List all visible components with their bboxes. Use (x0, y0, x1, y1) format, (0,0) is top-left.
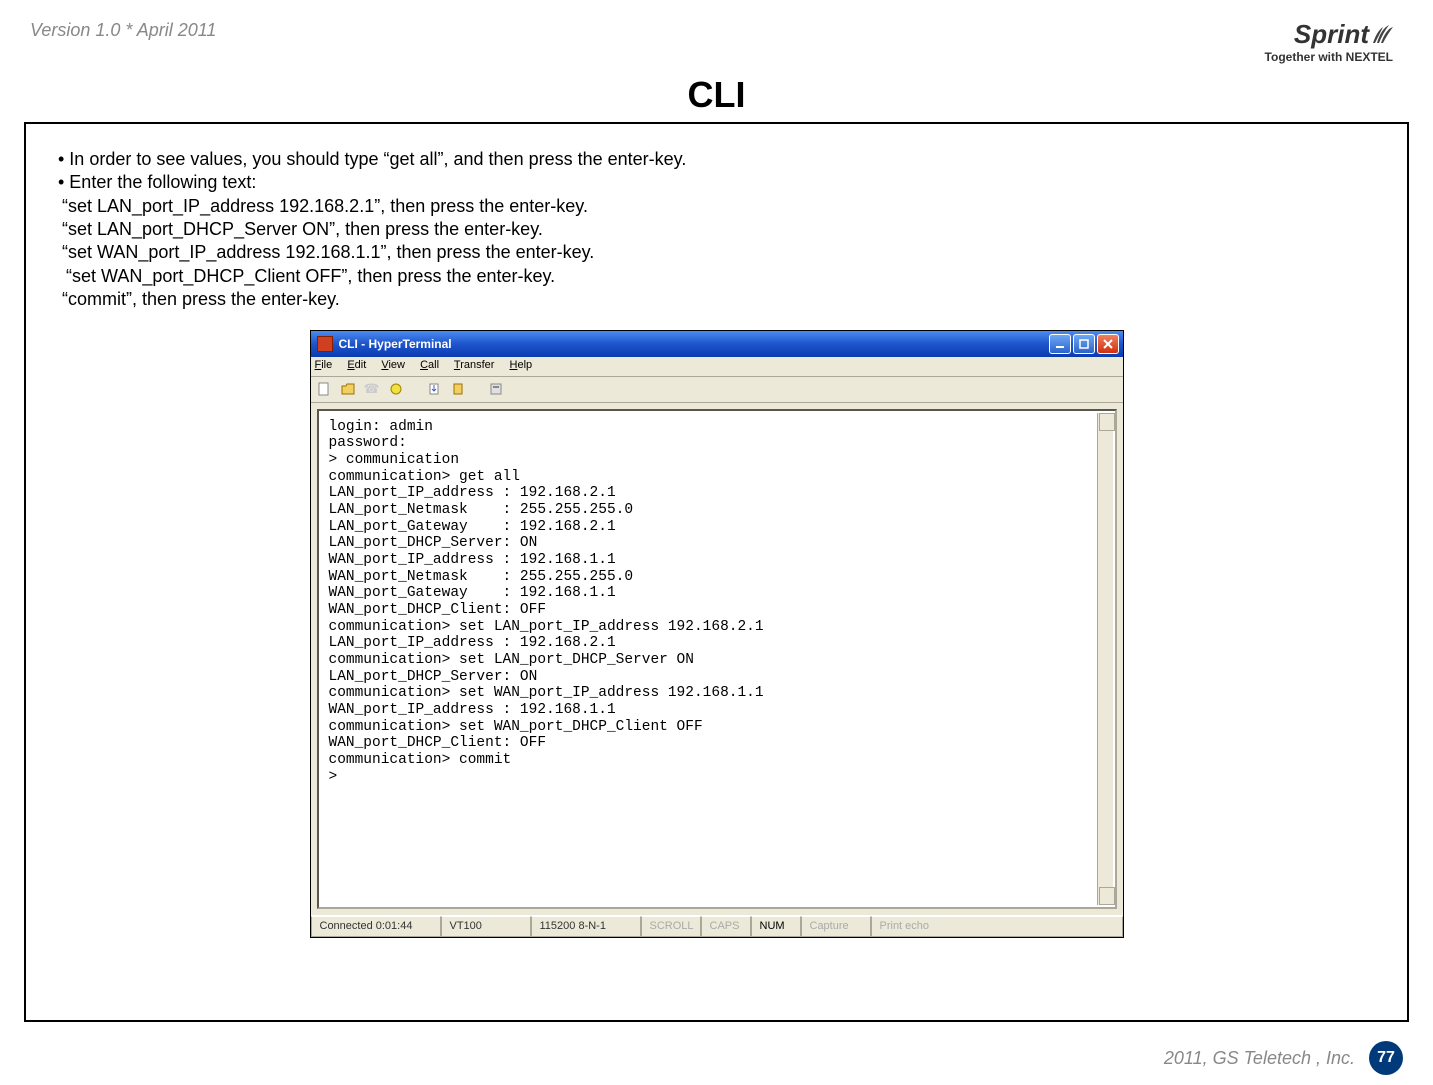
menu-call[interactable]: Call (420, 359, 439, 371)
slide-body: • In order to see values, you should typ… (24, 122, 1409, 1022)
terminal-output[interactable]: login: admin password: > communication c… (317, 409, 1117, 909)
app-icon (317, 336, 333, 352)
receive-icon[interactable] (449, 380, 467, 398)
version-text: Version 1.0 * April 2011 (30, 20, 216, 41)
toolbar: ☎ (311, 377, 1123, 403)
hyperterminal-window: CLI - HyperTerminal File Edit View Call … (310, 330, 1124, 938)
status-connected: Connected 0:01:44 (311, 916, 441, 937)
menu-help[interactable]: Help (510, 359, 533, 371)
brand-block: Sprint Together with NEXTEL (1265, 20, 1393, 64)
status-printecho: Print echo (871, 916, 1123, 937)
instruction-bullet-2: • Enter the following text: (58, 171, 1375, 194)
menu-edit[interactable]: Edit (347, 359, 366, 371)
window-title: CLI - HyperTerminal (339, 337, 1049, 351)
menu-transfer[interactable]: Transfer (454, 359, 495, 371)
brand-tagline: Together with NEXTEL (1265, 51, 1393, 64)
instruction-bullet-1: • In order to see values, you should typ… (58, 148, 1375, 171)
page-footer: 2011, GS Teletech , Inc. 77 (1164, 1041, 1403, 1075)
menu-file[interactable]: File (315, 359, 333, 371)
instruction-cmd-2: “set LAN_port_DHCP_Server ON”, then pres… (58, 218, 1375, 241)
phone-icon[interactable]: ☎ (363, 380, 381, 398)
instruction-cmd-3: “set WAN_port_IP_address 192.168.1.1”, t… (58, 241, 1375, 264)
instruction-cmd-1: “set LAN_port_IP_address 192.168.2.1”, t… (58, 195, 1375, 218)
maximize-button[interactable] (1073, 334, 1095, 354)
window-titlebar[interactable]: CLI - HyperTerminal (311, 331, 1123, 357)
instruction-cmd-5: “commit”, then press the enter-key. (58, 288, 1375, 311)
status-caps: CAPS (701, 916, 751, 937)
page-number-badge: 77 (1369, 1041, 1403, 1075)
page-header: Version 1.0 * April 2011 Sprint Together… (0, 0, 1433, 70)
properties-icon[interactable] (487, 380, 505, 398)
minimize-button[interactable] (1049, 334, 1071, 354)
hangup-icon[interactable] (387, 380, 405, 398)
status-emulation: VT100 (441, 916, 531, 937)
menu-bar: File Edit View Call Transfer Help (311, 357, 1123, 377)
terminal-wrap: login: admin password: > communication c… (311, 403, 1123, 915)
menu-view[interactable]: View (381, 359, 405, 371)
instructions-block: • In order to see values, you should typ… (58, 148, 1375, 312)
close-button[interactable] (1097, 334, 1119, 354)
brand-name: Sprint (1294, 20, 1369, 49)
brand-fan-icon (1371, 22, 1393, 51)
status-num: NUM (751, 916, 801, 937)
copyright-text: 2011, GS Teletech , Inc. (1164, 1048, 1355, 1069)
open-icon[interactable] (339, 380, 357, 398)
send-icon[interactable] (425, 380, 443, 398)
scrollbar-vertical[interactable] (1097, 413, 1113, 905)
status-settings: 115200 8-N-1 (531, 916, 641, 937)
status-capture: Capture (801, 916, 871, 937)
instruction-cmd-4: “set WAN_port_DHCP_Client OFF”, then pre… (58, 265, 1375, 288)
slide-title: CLI (0, 74, 1433, 116)
status-bar: Connected 0:01:44 VT100 115200 8-N-1 SCR… (311, 915, 1123, 937)
new-icon[interactable] (315, 380, 333, 398)
status-scroll: SCROLL (641, 916, 701, 937)
